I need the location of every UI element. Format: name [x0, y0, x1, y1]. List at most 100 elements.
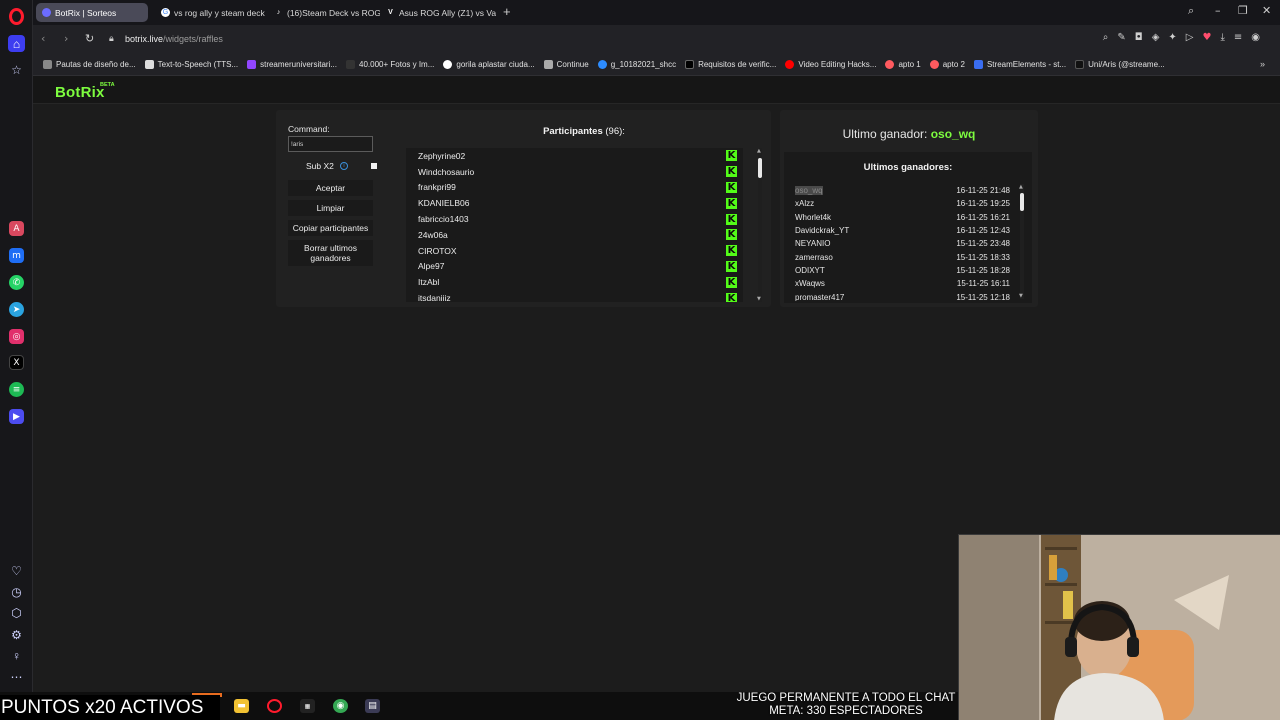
list-item: fabriccio1403 K — [406, 211, 743, 227]
app-taskbar-icon[interactable]: ▦ — [300, 699, 315, 713]
tab-asus-rog-ally[interactable]: V Asus ROG Ally (Z1) vs Valv — [380, 3, 496, 22]
restore-icon[interactable]: ❐ — [1238, 4, 1248, 17]
tips-icon[interactable]: ♀ — [8, 647, 25, 664]
scrollbar-thumb[interactable] — [758, 158, 762, 178]
bookmark-item[interactable]: gorila aplastar ciuda... — [443, 60, 535, 69]
bookmark-item[interactable]: Video Editing Hacks... — [785, 60, 876, 69]
menu-icon[interactable]: ≡ — [1234, 32, 1242, 43]
participant-name: CIROTOX — [418, 245, 457, 256]
tab-botrix-sorteos[interactable]: BotRix | Sorteos — [36, 3, 148, 22]
back-icon[interactable]: ‹ — [41, 32, 45, 45]
star-icon[interactable]: ☆ — [8, 61, 25, 78]
accept-button[interactable]: Aceptar — [288, 180, 373, 196]
copy-participants-button[interactable]: Copiar participantes — [288, 220, 373, 236]
participants-count: (96): — [605, 126, 625, 137]
player-icon[interactable]: ▶ — [9, 409, 24, 424]
bookmark-item[interactable]: Pautas de diseño de... — [43, 60, 136, 69]
sub-x2-checkbox[interactable] — [371, 163, 377, 169]
chrome-icon[interactable]: ◉ — [333, 699, 348, 713]
camera-icon[interactable]: ◘ — [1135, 32, 1143, 43]
heart-icon[interactable]: ♡ — [8, 562, 25, 579]
edit-icon[interactable]: ✎ — [1117, 32, 1125, 43]
play-icon[interactable]: ▷ — [1186, 32, 1194, 43]
scroll-down-icon[interactable]: ▼ — [1019, 293, 1023, 299]
winners-panel: Ultimos ganadores: oso_wq 16-11-25 21:48 … — [784, 152, 1032, 303]
new-tab-icon[interactable]: + — [503, 4, 511, 19]
reload-icon[interactable]: ↻ — [85, 32, 94, 45]
extensions-icon[interactable]: ⬡ — [8, 604, 25, 621]
winner-date: 15-11-25 18:33 — [956, 252, 1010, 262]
delete-winners-button[interactable]: Borrar ultimos ganadores — [288, 240, 373, 266]
webcam-scene — [959, 535, 1280, 720]
minimize-icon[interactable]: – — [1215, 4, 1221, 17]
close-icon[interactable]: ✕ — [1262, 4, 1271, 17]
scroll-down-icon[interactable]: ▼ — [757, 296, 761, 302]
participant-name: Zephyrine02 — [418, 150, 466, 161]
home-icon[interactable]: ⌂ — [8, 35, 25, 52]
google-favicon-icon: G — [161, 8, 170, 17]
telegram-icon[interactable]: ➤ — [9, 302, 24, 317]
botrix-logo[interactable]: BotRix — [55, 84, 105, 101]
whatsapp-icon[interactable]: ✆ — [9, 275, 24, 290]
bookmark-item[interactable]: streameruniversitari... — [247, 60, 337, 69]
participants-list[interactable]: Zephyrine02 K Windchosaurio K frankpri99 K … — [406, 148, 743, 302]
search-icon[interactable]: ⌕ — [1103, 32, 1109, 43]
table-row: Davidckrak_YT 16-11-25 12:43 — [795, 224, 1010, 237]
x-icon — [685, 60, 695, 69]
bookmark-item[interactable]: Text-to-Speech (TTS... — [144, 60, 238, 69]
winner-name: Whorlet4k — [795, 212, 832, 222]
participants-scrollbar[interactable] — [758, 148, 762, 302]
bookmark-item[interactable]: 40.000+ Fotos y Im... — [346, 60, 434, 69]
more-icon[interactable]: ⋯ — [8, 668, 25, 685]
winner-name: NEYANIO — [795, 239, 831, 249]
bookmark-item[interactable]: apto 1 — [885, 60, 921, 69]
participant-name: KDANIELB06 — [418, 198, 470, 209]
winners-scrollbar[interactable] — [1020, 184, 1024, 299]
participant-name: ItzAbl — [418, 277, 440, 288]
opera-taskbar-icon[interactable] — [267, 699, 282, 713]
favorite-heart-icon[interactable]: ♥ — [1202, 32, 1211, 43]
settings-icon[interactable]: ⚙ — [8, 626, 25, 643]
search-tabs-icon[interactable]: ⌕ — [1188, 4, 1194, 18]
file-explorer-icon[interactable]: ▬ — [234, 699, 249, 713]
scroll-up-icon[interactable]: ▲ — [1019, 184, 1023, 190]
list-item: Windchosaurio K — [406, 164, 743, 180]
bookmark-item[interactable]: Continue — [543, 60, 589, 69]
obs-window-icon[interactable]: ▤ — [365, 699, 380, 713]
tab-tiktok-steam-deck[interactable]: ♪ (16)Steam Deck vs ROG A — [268, 3, 380, 22]
page-icon — [43, 60, 52, 69]
bookmark-item[interactable]: Requisitos de verific... — [685, 60, 776, 69]
bookmark-item[interactable]: apto 2 — [929, 60, 965, 69]
spotify-icon[interactable]: ≡ — [9, 382, 24, 397]
bookmark-item[interactable]: g_10182021_shcc — [597, 60, 676, 69]
x-icon[interactable]: X — [9, 355, 24, 370]
scroll-up-icon[interactable]: ▲ — [757, 148, 761, 154]
bookmarks-overflow-icon[interactable]: » — [1260, 59, 1265, 69]
extension-icon[interactable]: ✦ — [1168, 32, 1176, 43]
messenger-icon[interactable]: m — [9, 248, 24, 263]
profile-icon[interactable]: ◉ — [1251, 32, 1260, 43]
winner-date: 15-11-25 12:18 — [956, 292, 1010, 301]
opera-logo-icon[interactable] — [9, 8, 24, 25]
shield-icon[interactable]: ◈ — [1152, 32, 1160, 43]
tab-google-search[interactable]: G vs rog ally y steam deck - — [155, 3, 267, 22]
instagram-icon[interactable]: ◎ — [9, 329, 24, 344]
url-field[interactable]: botrix.live/widgets/raffles — [125, 34, 223, 44]
history-icon[interactable]: ◷ — [8, 583, 25, 600]
vs-favicon-icon: V — [388, 9, 393, 16]
address-bar-actions: ⌕ ✎ ◘ ◈ ✦ ▷ ♥ ⤓ ≡ ◉ — [1103, 32, 1260, 43]
aria-icon[interactable]: A — [9, 221, 24, 236]
info-icon[interactable]: i — [340, 162, 348, 170]
clear-button[interactable]: Limpiar — [288, 200, 373, 216]
winners-list[interactable]: oso_wq 16-11-25 21:48 xAlzz 16-11-25 19:25… — [795, 184, 1010, 301]
raffle-card: Command: Sub X2 i Aceptar Limpiar Copiar… — [276, 110, 771, 307]
bookmark-item[interactable]: StreamElements - st... — [973, 60, 1066, 69]
download-icon[interactable]: ⤓ — [1220, 32, 1224, 43]
scrollbar-thumb[interactable] — [1020, 193, 1024, 211]
winner-date: 15-11-25 23:48 — [956, 239, 1010, 249]
winner-date: 15-11-25 16:11 — [956, 279, 1010, 289]
command-label: Command: — [288, 124, 330, 134]
bookmark-item[interactable]: Uni/Aris (@streame... — [1075, 60, 1165, 69]
forward-icon[interactable]: › — [64, 32, 68, 45]
command-input[interactable] — [288, 136, 373, 152]
